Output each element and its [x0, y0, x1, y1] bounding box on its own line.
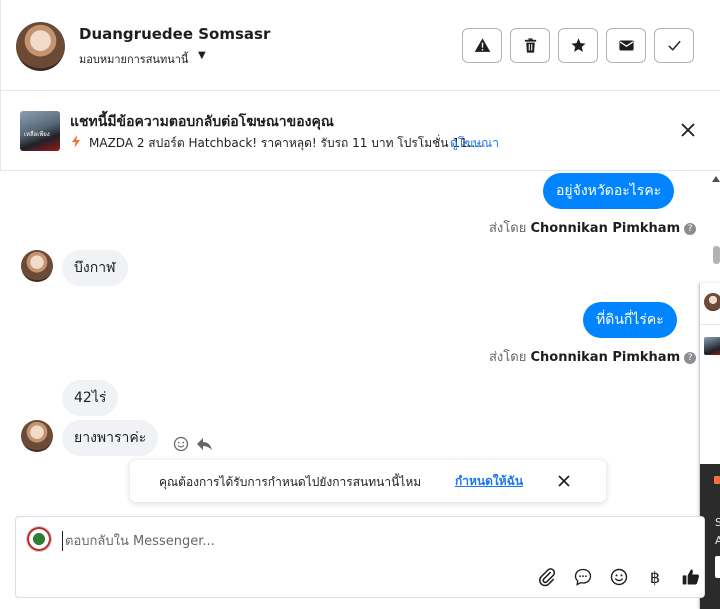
ad-banner-title: แชทนี้มีข้อความตอบกลับต่อโฆษณาของคุณ [70, 114, 334, 130]
reply-input[interactable] [62, 531, 662, 551]
star-icon [570, 38, 586, 52]
side-thumbnail[interactable] [704, 337, 720, 355]
star-button[interactable] [558, 28, 598, 63]
side-divider [700, 324, 720, 325]
contact-avatar-small[interactable] [21, 420, 53, 452]
outgoing-message[interactable]: อยู่จังหวัดอะไรคะ [543, 173, 675, 209]
attach-button[interactable] [536, 566, 558, 588]
reply-icon[interactable] [196, 436, 213, 452]
react-emoji-icon[interactable] [173, 436, 189, 452]
emoji-icon [610, 568, 628, 586]
baht-icon: ฿ [649, 567, 661, 587]
paperclip-icon [539, 568, 556, 587]
composer-tools: ฿ [536, 566, 702, 588]
ad-thumbnail-caption: เหลือเพียง [24, 131, 50, 138]
scroll-up-arrow-icon[interactable] [712, 176, 720, 182]
close-icon[interactable] [680, 122, 696, 138]
ad-thumbnail[interactable]: เหลือเพียง [20, 111, 60, 151]
warning-icon [474, 38, 490, 52]
ad-reply-banner: เหลือเพียง แชทนี้มีข้อความตอบกลับต่อโฆษณ… [0, 91, 720, 171]
mark-unread-button[interactable] [606, 28, 646, 63]
side-marker-icon [714, 476, 720, 484]
conversation-header: Duangruedee Somsasr มอบหมายการสนทนานี้ ▼ [0, 0, 720, 91]
report-button[interactable] [462, 28, 502, 63]
help-icon[interactable]: ? [684, 352, 697, 364]
emoji-button[interactable] [608, 566, 630, 588]
side-text-line: A [715, 534, 720, 547]
delete-button[interactable] [510, 28, 550, 63]
caret-down-icon[interactable]: ▼ [198, 50, 206, 61]
envelope-icon [618, 40, 634, 51]
view-ad-link[interactable]: ดูโฆษณา [450, 134, 499, 153]
outgoing-message[interactable]: ที่ดินกี่ไร่คะ [583, 302, 677, 338]
assign-conversation-dropdown[interactable]: มอบหมายการสนทนานี้ [79, 50, 188, 68]
lightning-icon [72, 135, 80, 148]
thumbs-up-icon [682, 569, 699, 585]
scrollbar-thumb[interactable] [713, 246, 720, 264]
check-icon [667, 40, 681, 51]
side-button[interactable] [715, 556, 720, 578]
assign-notice-text: คุณต้องการได้รับการกำหนดไปยังการสนทนานี้… [159, 475, 422, 489]
incoming-message[interactable]: ยางพาราค่ะ [62, 420, 159, 456]
page-avatar [26, 526, 52, 552]
like-button[interactable] [680, 566, 702, 588]
assign-to-me-link[interactable]: กำหนดให้ฉัน [455, 472, 523, 491]
sent-by-prefix: ส่งโดย [489, 350, 527, 365]
saved-replies-button[interactable] [572, 566, 594, 588]
trash-icon [524, 38, 536, 53]
help-icon[interactable]: ? [684, 223, 697, 235]
sent-by-label: ส่งโดย Chonnikan Pimkham? [489, 217, 697, 238]
header-actions [462, 28, 694, 63]
sent-by-prefix: ส่งโดย [489, 221, 527, 236]
mark-done-button[interactable] [654, 28, 694, 63]
contact-avatar-small[interactable] [21, 250, 53, 282]
close-icon[interactable] [557, 474, 571, 488]
incoming-message[interactable]: 42ไร่ [62, 380, 119, 416]
message-composer: ฿ [15, 516, 705, 598]
contact-avatar[interactable] [16, 22, 65, 71]
incoming-message[interactable]: บึงกาฬ [62, 250, 128, 286]
payment-button[interactable]: ฿ [644, 566, 666, 588]
side-avatar[interactable] [704, 293, 720, 311]
sent-by-label: ส่งโดย Chonnikan Pimkham? [489, 346, 697, 367]
side-text-line: S [715, 516, 720, 529]
sender-name: Chonnikan Pimkham [530, 221, 681, 236]
sender-name: Chonnikan Pimkham [530, 350, 681, 365]
chat-bubble-icon [574, 568, 592, 586]
ad-description: MAZDA 2 สปอร์ต Hatchback! ราคาหลุด! รับร… [89, 136, 483, 150]
assign-notice: คุณต้องการได้รับการกำหนดไปยังการสนทนานี้… [130, 460, 606, 502]
contact-name[interactable]: Duangruedee Somsasr [79, 25, 270, 43]
